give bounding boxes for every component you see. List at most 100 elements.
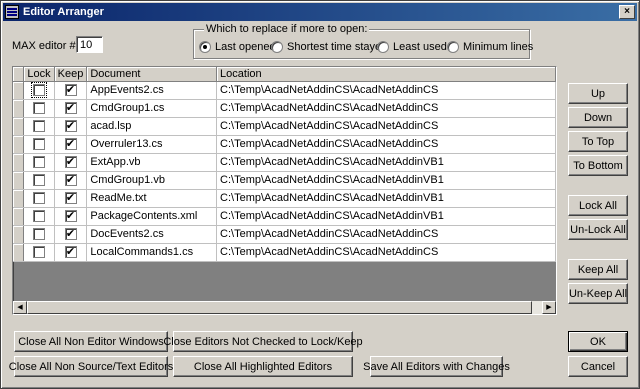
radio-button[interactable] <box>377 41 389 53</box>
table-row[interactable]: ✔ AppEvents2.cs C:\Temp\AcadNetAddinCS\Aca… <box>13 81 556 100</box>
keep-cell[interactable]: ✔ <box>54 117 88 136</box>
lock-checkbox[interactable] <box>33 156 46 169</box>
max-editor-input[interactable] <box>76 36 103 53</box>
location-cell[interactable]: C:\Temp\AcadNetAddinCS\AcadNetAddinCS <box>216 117 556 136</box>
row-header[interactable] <box>13 207 25 226</box>
lock-checkbox[interactable] <box>33 138 46 151</box>
table-row[interactable]: ✔ CmdGroup1.cs C:\Temp\AcadNetAddinCS\Acad… <box>13 99 556 118</box>
table-row[interactable]: ✔ ExtApp.vb C:\Temp\AcadNetAddinCS\AcadNet… <box>13 153 556 172</box>
keep-checkbox[interactable]: ✔ <box>64 192 77 205</box>
keep-cell[interactable]: ✔ <box>54 225 88 244</box>
lock-cell[interactable] <box>23 243 55 262</box>
editor-grid[interactable]: Lock Keep Document Location ✔ AppEvents2.… <box>12 66 557 315</box>
lock-cell[interactable] <box>23 81 55 100</box>
radio-button[interactable] <box>271 41 283 53</box>
close-non-source-button[interactable]: Close All Non Source/Text Editors <box>9 356 173 377</box>
location-cell[interactable]: C:\Temp\AcadNetAddinCS\AcadNetAddinVB1 <box>216 153 556 172</box>
table-row[interactable]: ✔ DocEvents2.cs C:\Temp\AcadNetAddinCS\Aca… <box>13 225 556 244</box>
horizontal-scrollbar[interactable]: ◀ ▶ <box>13 301 556 314</box>
scroll-track[interactable] <box>532 301 542 314</box>
keep-cell[interactable]: ✔ <box>54 189 88 208</box>
document-cell[interactable]: ReadMe.txt <box>86 189 218 208</box>
keep-cell[interactable]: ✔ <box>54 99 88 118</box>
table-row[interactable]: ✔ acad.lsp C:\Temp\AcadNetAddinCS\AcadNetA… <box>13 117 556 136</box>
keep-checkbox[interactable]: ✔ <box>64 84 77 97</box>
to-top-button[interactable]: To Top <box>568 131 628 152</box>
keep-cell[interactable]: ✔ <box>54 81 88 100</box>
keep-checkbox[interactable]: ✔ <box>64 138 77 151</box>
row-header[interactable] <box>13 153 25 172</box>
row-header[interactable] <box>13 171 25 190</box>
lock-cell[interactable] <box>23 117 55 136</box>
lock-checkbox[interactable] <box>33 102 46 115</box>
location-cell[interactable]: C:\Temp\AcadNetAddinCS\AcadNetAddinVB1 <box>216 171 556 190</box>
keep-checkbox[interactable]: ✔ <box>64 210 77 223</box>
document-cell[interactable]: DocEvents2.cs <box>86 225 218 244</box>
keep-checkbox[interactable]: ✔ <box>64 228 77 241</box>
close-not-checked-button[interactable]: Close Editors Not Checked to Lock/Keep <box>163 331 363 352</box>
document-cell[interactable]: LocalCommands1.cs <box>86 243 218 262</box>
location-cell[interactable]: C:\Temp\AcadNetAddinCS\AcadNetAddinCS <box>216 243 556 262</box>
lock-cell[interactable] <box>23 153 55 172</box>
keep-cell[interactable]: ✔ <box>54 243 88 262</box>
row-header[interactable] <box>13 99 25 118</box>
row-header[interactable] <box>13 81 25 100</box>
radio-shortest-time[interactable]: Shortest time stayed <box>271 41 387 53</box>
unlock-all-button[interactable]: Un-Lock All <box>568 219 628 240</box>
keep-all-button[interactable]: Keep All <box>568 259 628 280</box>
keep-cell[interactable]: ✔ <box>54 207 88 226</box>
location-cell[interactable]: C:\Temp\AcadNetAddinCS\AcadNetAddinCS <box>216 81 556 100</box>
column-header-keep[interactable]: Keep <box>54 67 88 82</box>
column-header-lock[interactable]: Lock <box>23 67 55 82</box>
row-header[interactable] <box>13 243 25 262</box>
keep-checkbox[interactable]: ✔ <box>64 120 77 133</box>
keep-checkbox[interactable]: ✔ <box>64 174 77 187</box>
ok-button[interactable]: OK <box>568 331 628 352</box>
document-cell[interactable]: AppEvents2.cs <box>86 81 218 100</box>
lock-cell[interactable] <box>23 99 55 118</box>
keep-checkbox[interactable]: ✔ <box>64 246 77 259</box>
column-header-location[interactable]: Location <box>216 67 556 82</box>
document-cell[interactable]: Overruler13.cs <box>86 135 218 154</box>
scroll-thumb[interactable] <box>27 301 532 314</box>
table-row[interactable]: ✔ LocalCommands1.cs C:\Temp\AcadNetAddinCS… <box>13 243 556 262</box>
close-button[interactable]: × <box>619 5 635 19</box>
table-row[interactable]: ✔ Overruler13.cs C:\Temp\AcadNetAddinCS\Ac… <box>13 135 556 154</box>
row-header[interactable] <box>13 225 25 244</box>
document-cell[interactable]: ExtApp.vb <box>86 153 218 172</box>
lock-cell[interactable] <box>23 171 55 190</box>
document-cell[interactable]: PackageContents.xml <box>86 207 218 226</box>
lock-checkbox[interactable] <box>33 174 46 187</box>
lock-cell[interactable] <box>23 189 55 208</box>
table-row[interactable]: ✔ ReadMe.txt C:\Temp\AcadNetAddinCS\AcadNe… <box>13 189 556 208</box>
lock-checkbox[interactable] <box>33 210 46 223</box>
radio-last-opened[interactable]: Last opened <box>199 41 276 53</box>
radio-least-used[interactable]: Least used <box>377 41 447 53</box>
lock-checkbox[interactable] <box>31 82 48 98</box>
location-cell[interactable]: C:\Temp\AcadNetAddinCS\AcadNetAddinCS <box>216 135 556 154</box>
row-header[interactable] <box>13 189 25 208</box>
title-bar[interactable]: Editor Arranger × <box>3 3 637 21</box>
lock-checkbox[interactable] <box>33 228 46 241</box>
lock-all-button[interactable]: Lock All <box>568 195 628 216</box>
location-cell[interactable]: C:\Temp\AcadNetAddinCS\AcadNetAddinVB1 <box>216 189 556 208</box>
location-cell[interactable]: C:\Temp\AcadNetAddinCS\AcadNetAddinVB1 <box>216 207 556 226</box>
keep-cell[interactable]: ✔ <box>54 135 88 154</box>
keep-checkbox[interactable]: ✔ <box>64 156 77 169</box>
row-header[interactable] <box>13 135 25 154</box>
close-non-editor-windows-button[interactable]: Close All Non Editor Windows <box>14 331 168 352</box>
save-all-button[interactable]: Save All Editors with Changes <box>363 356 510 377</box>
keep-cell[interactable]: ✔ <box>54 153 88 172</box>
cancel-button[interactable]: Cancel <box>568 356 628 377</box>
document-cell[interactable]: CmdGroup1.cs <box>86 99 218 118</box>
column-header-document[interactable]: Document <box>86 67 218 82</box>
unkeep-all-button[interactable]: Un-Keep All <box>568 283 628 304</box>
scroll-left-button[interactable]: ◀ <box>13 301 27 314</box>
lock-cell[interactable] <box>23 225 55 244</box>
keep-cell[interactable]: ✔ <box>54 171 88 190</box>
scroll-right-button[interactable]: ▶ <box>542 301 556 314</box>
table-row[interactable]: ✔ PackageContents.xml C:\Temp\AcadNetAddin… <box>13 207 556 226</box>
lock-cell[interactable] <box>23 207 55 226</box>
to-bottom-button[interactable]: To Bottom <box>568 155 628 176</box>
keep-checkbox[interactable]: ✔ <box>64 102 77 115</box>
